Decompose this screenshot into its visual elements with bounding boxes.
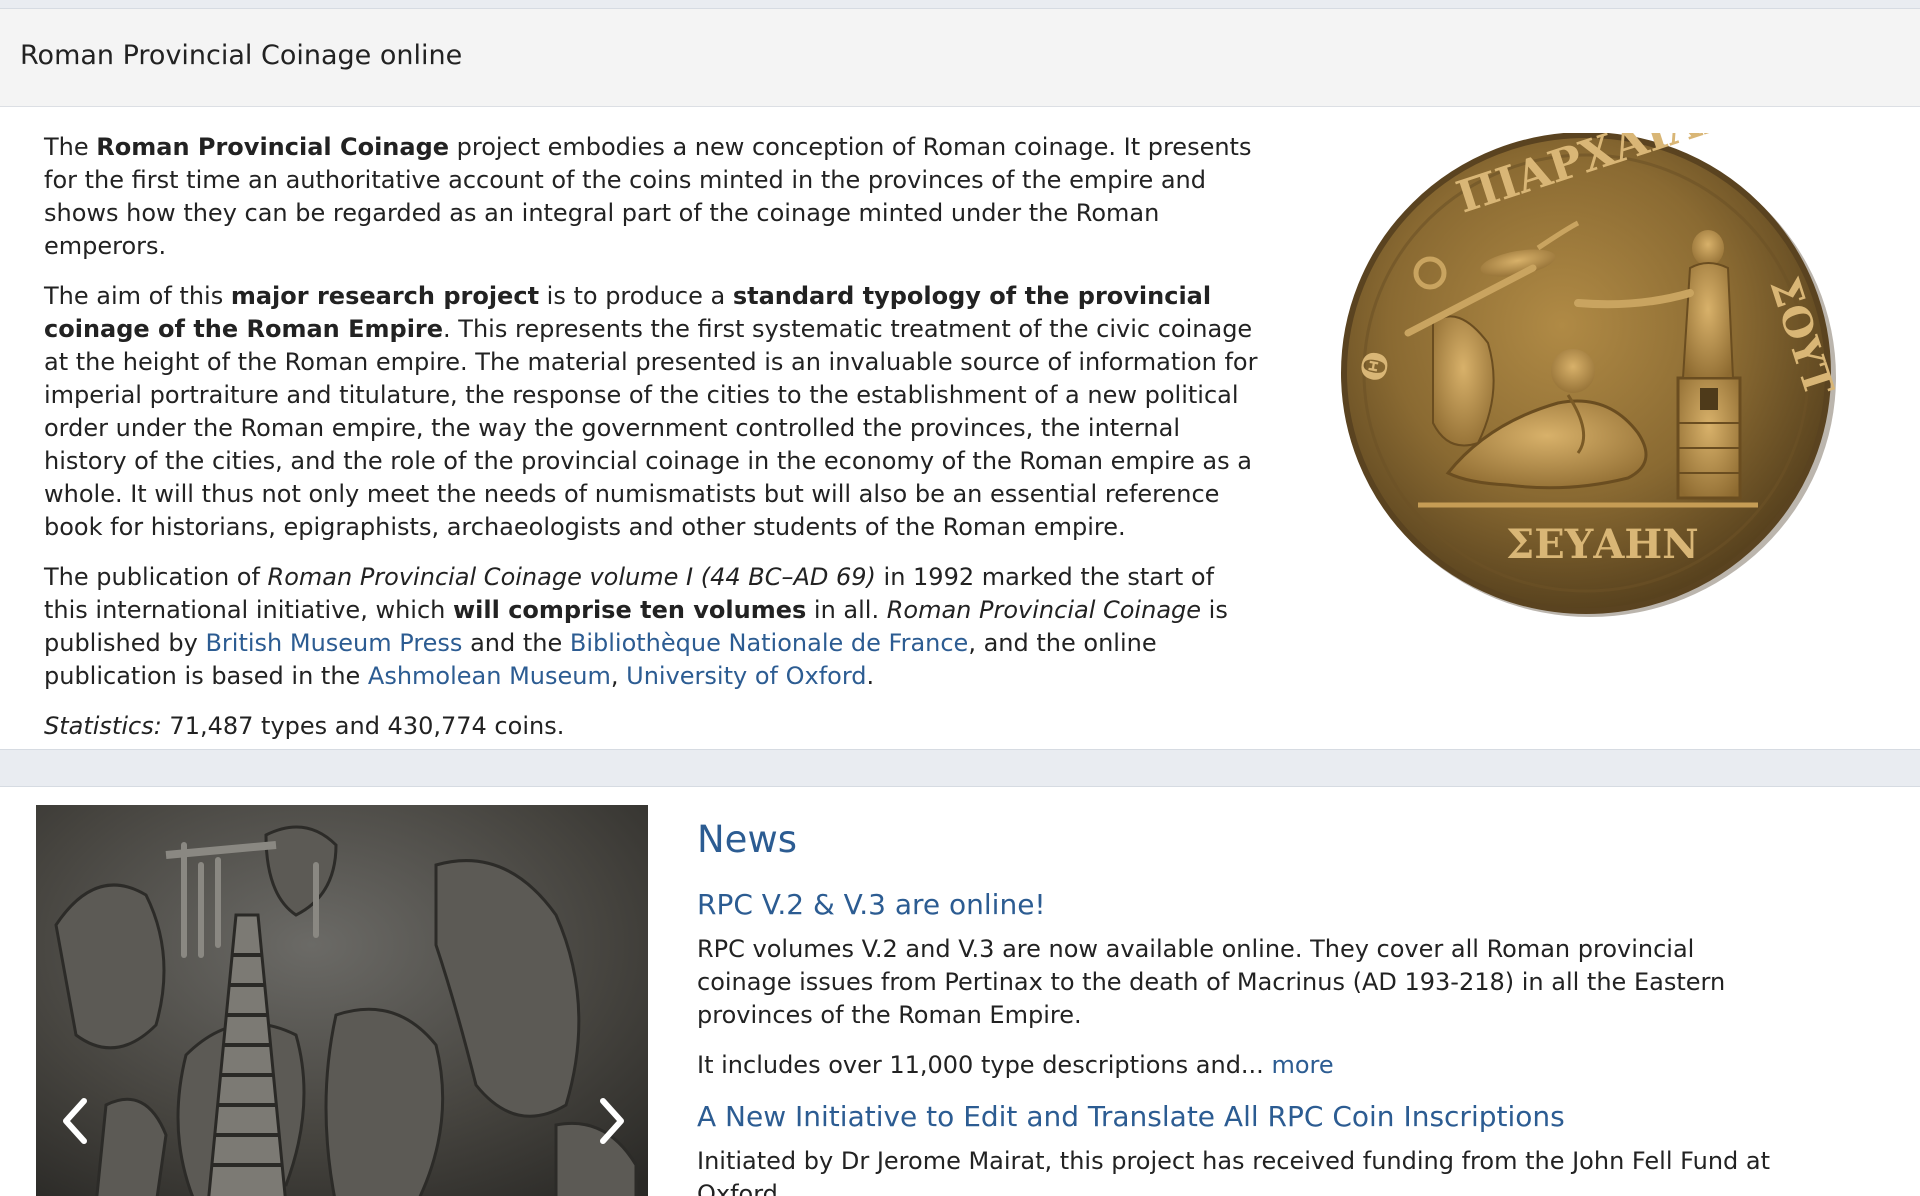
chevron-left-icon [63,1098,87,1144]
text: in all. [806,596,887,624]
page: Roman Provincial Coinage online The Roma… [0,0,1920,1196]
statistics-value: 71,487 types and 430,774 coins. [161,712,565,740]
card-header: Roman Provincial Coinage online [0,9,1920,107]
text: , [610,662,627,690]
news-heading: News [697,818,797,861]
text: is to produce a [539,282,733,310]
italic-text: Roman Provincial Coinage [886,596,1202,624]
ashmolean-museum-link[interactable]: Ashmolean Museum [368,662,611,690]
text: . This represents the first systematic t… [44,315,1258,541]
bold-text: major research project [230,282,540,310]
university-of-oxford-link[interactable]: University of Oxford [626,662,866,690]
news-item-summary: RPC volumes V.2 and V.3 are now availabl… [697,935,1726,1029]
text: . [866,662,875,690]
carousel-coin-image [36,805,648,1196]
card-title: Roman Provincial Coinage online [20,40,463,71]
news-card: News RPC V.2 & V.3 are online! RPC volum… [0,786,1920,1196]
text: The publication of [44,563,268,591]
statistics: Statistics: 71,487 types and 430,774 coi… [44,710,1264,743]
text: and the [462,629,570,657]
carousel-next-button[interactable] [591,1095,631,1147]
text: The aim of this [44,282,231,310]
intro-card: Roman Provincial Coinage online The Roma… [0,8,1920,750]
bold-text: will comprise ten volumes [453,596,807,624]
statistics-label: Statistics: [44,712,162,740]
news-item-excerpt: It includes over 11,000 type description… [697,1049,1777,1082]
italic-text: Roman Provincial Coinage volume I (44 BC… [267,563,876,591]
top-strip [0,0,1920,8]
news-item-summary: Initiated by Dr Jerome Mairat, this proj… [697,1147,1771,1196]
british-museum-press-link[interactable]: British Museum Press [205,629,462,657]
news-item-title-inscriptions[interactable]: A New Initiative to Edit and Translate A… [697,1099,1777,1135]
intro-text: The Roman Provincial Coinage project emb… [44,131,1264,760]
image-carousel[interactable] [36,805,648,1196]
intro-paragraph-2: The aim of this major research project i… [44,280,1264,544]
carousel-prev-button[interactable] [56,1095,96,1147]
bnf-link[interactable]: Bibliothèque Nationale de France [570,629,968,657]
text: It includes over 11,000 type description… [697,1051,1272,1079]
news-more-link[interactable]: more [1271,1051,1333,1079]
coin-image: ΠΙΑΡΧΑΙΛΖΩ ΣΟΥΤ ΣΕΥΑΗΝ Θ [1338,75,1843,623]
coin-illustration: ΠΙΑΡΧΑΙΛΖΩ ΣΟΥΤ ΣΕΥΑΗΝ Θ [1341,75,1843,617]
news-item-title-rpc-v2-v3[interactable]: RPC V.2 & V.3 are online! [697,887,1777,923]
intro-paragraph-1: The Roman Provincial Coinage project emb… [44,131,1264,263]
text: The [44,133,97,161]
chevron-right-icon [600,1098,624,1144]
intro-paragraph-3: The publication of Roman Provincial Coin… [44,561,1264,693]
news-section: News RPC V.2 & V.3 are online! RPC volum… [697,817,1777,1196]
bold-text: Roman Provincial Coinage [96,133,450,161]
coin-inscription-bottom: ΣΕΥΑΗΝ [1506,521,1699,568]
